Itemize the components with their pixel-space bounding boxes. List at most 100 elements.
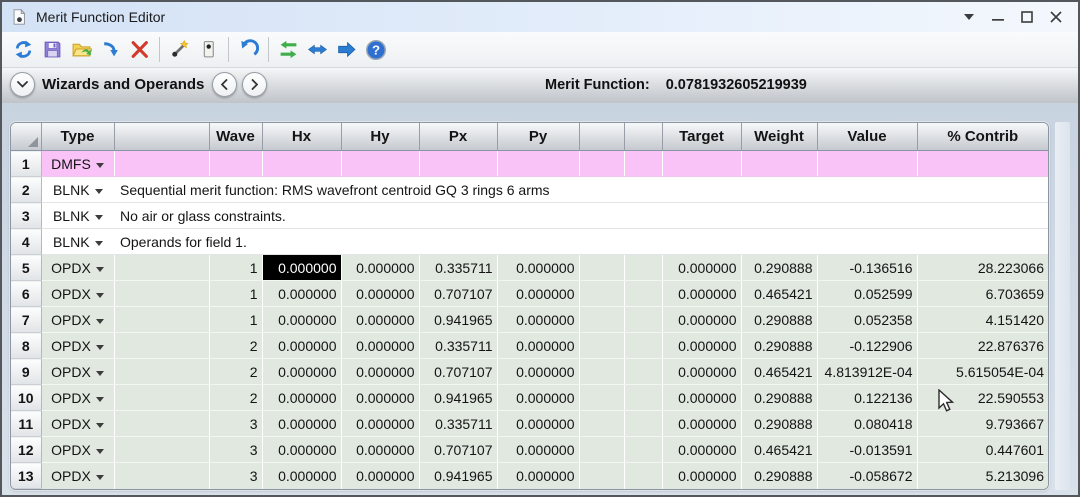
cell-contrib[interactable]: 0.447601 [917, 436, 1048, 463]
cell-hy[interactable]: 0.000000 [341, 410, 420, 437]
cell-blank2[interactable] [624, 280, 663, 307]
cell-wave[interactable]: 1 [209, 254, 263, 281]
cell-target[interactable]: 0.000000 [662, 332, 742, 359]
cell-hy[interactable]: 0.000000 [341, 462, 420, 489]
cell-hy[interactable]: 0.000000 [341, 358, 420, 385]
cell-px[interactable]: 0.941965 [419, 306, 498, 333]
cell-px[interactable] [419, 150, 498, 177]
cell-param[interactable] [114, 462, 210, 489]
cell-hx[interactable]: 0.000000 [262, 254, 342, 281]
cell-px[interactable]: 0.335711 [419, 410, 498, 437]
cell-py[interactable]: 0.000000 [497, 384, 580, 411]
cell-px[interactable]: 0.941965 [419, 462, 498, 489]
sync-refresh-icon[interactable] [9, 35, 38, 64]
type-dropdown[interactable]: BLNK [41, 176, 114, 203]
cell-param[interactable] [114, 436, 210, 463]
cell-py[interactable]: 0.000000 [497, 306, 580, 333]
col-header-blank1[interactable] [579, 123, 625, 151]
cell-hy[interactable]: 0.000000 [341, 384, 420, 411]
type-dropdown[interactable]: OPDX [41, 436, 115, 463]
collapse-panel-button[interactable] [10, 72, 35, 97]
help-icon[interactable]: ? [361, 35, 390, 64]
cell-weight[interactable]: 0.290888 [741, 332, 818, 359]
cell-value[interactable]: 0.052358 [817, 306, 918, 333]
minimize-icon[interactable] [988, 7, 1008, 27]
vertical-scrollbar-track[interactable] [1055, 122, 1070, 490]
cell-wave[interactable] [209, 150, 263, 177]
type-dropdown[interactable]: OPDX [41, 280, 115, 307]
cell-px[interactable]: 0.707107 [419, 358, 498, 385]
cell-hx[interactable]: 0.000000 [262, 462, 342, 489]
row-number[interactable]: 4 [11, 228, 42, 255]
row-number[interactable]: 13 [11, 462, 42, 489]
cell-param[interactable] [114, 332, 210, 359]
col-header-blank2[interactable] [624, 123, 663, 151]
row-number[interactable]: 5 [11, 254, 42, 281]
col-header-py[interactable]: Py [497, 123, 580, 151]
cell-blank1[interactable] [579, 150, 625, 177]
cell-weight[interactable]: 0.290888 [741, 254, 818, 281]
cell-hy[interactable]: 0.000000 [341, 280, 420, 307]
cell-hy[interactable]: 0.000000 [341, 436, 420, 463]
cell-blank1[interactable] [579, 254, 625, 281]
row-number[interactable]: 11 [11, 410, 42, 437]
cell-px[interactable]: 0.707107 [419, 436, 498, 463]
cell-blank1[interactable] [579, 332, 625, 359]
col-header-value[interactable]: Value [817, 123, 918, 151]
cell-comment[interactable]: Sequential merit function: RMS wavefront… [114, 176, 1048, 203]
cell-weight[interactable]: 0.465421 [741, 436, 818, 463]
cell-hx[interactable]: 0.000000 [262, 410, 342, 437]
cell-hx[interactable]: 0.000000 [262, 436, 342, 463]
cell-blank2[interactable] [624, 150, 663, 177]
cell-hx[interactable]: 0.000000 [262, 384, 342, 411]
cell-weight[interactable]: 0.290888 [741, 306, 818, 333]
cell-blank2[interactable] [624, 410, 663, 437]
type-dropdown[interactable]: OPDX [41, 358, 115, 385]
cell-target[interactable]: 0.000000 [662, 306, 742, 333]
type-dropdown[interactable]: BLNK [41, 228, 114, 255]
cell-param[interactable] [114, 254, 210, 281]
insert-operand-arrow-icon[interactable] [96, 35, 125, 64]
cell-target[interactable]: 0.000000 [662, 280, 742, 307]
cell-contrib[interactable] [917, 150, 1048, 177]
cell-blank2[interactable] [624, 306, 663, 333]
row-number[interactable]: 7 [11, 306, 42, 333]
cell-px[interactable]: 0.335711 [419, 332, 498, 359]
cell-wave[interactable]: 2 [209, 358, 263, 385]
cell-value[interactable]: -0.013591 [817, 436, 918, 463]
cell-value[interactable]: 0.052599 [817, 280, 918, 307]
cell-hy[interactable]: 0.000000 [341, 306, 420, 333]
go-right-arrow-icon[interactable] [332, 35, 361, 64]
col-header-weight[interactable]: Weight [741, 123, 818, 151]
cell-py[interactable]: 0.000000 [497, 410, 580, 437]
save-icon[interactable] [38, 35, 67, 64]
cell-blank2[interactable] [624, 462, 663, 489]
col-header-wave[interactable]: Wave [209, 123, 263, 151]
cell-contrib[interactable]: 28.223066 [917, 254, 1048, 281]
cell-value[interactable]: 0.122136 [817, 384, 918, 411]
cell-contrib[interactable]: 4.151420 [917, 306, 1048, 333]
cell-weight[interactable]: 0.465421 [741, 280, 818, 307]
cell-py[interactable]: 0.000000 [497, 462, 580, 489]
col-header-hx[interactable]: Hx [262, 123, 342, 151]
cell-target[interactable]: 0.000000 [662, 358, 742, 385]
cell-target[interactable] [662, 150, 742, 177]
cell-weight[interactable]: 0.290888 [741, 410, 818, 437]
cell-comment[interactable]: Operands for field 1. [114, 228, 1048, 255]
cell-hy[interactable]: 0.000000 [341, 332, 420, 359]
col-header-px[interactable]: Px [419, 123, 498, 151]
cell-blank1[interactable] [579, 384, 625, 411]
cell-px[interactable]: 0.941965 [419, 384, 498, 411]
cell-blank2[interactable] [624, 254, 663, 281]
col-header-param[interactable] [114, 123, 210, 151]
titlebar[interactable]: Merit Function Editor [2, 2, 1078, 33]
cell-param[interactable] [114, 384, 210, 411]
cell-value[interactable]: -0.136516 [817, 254, 918, 281]
thumbnail-box-icon[interactable] [194, 35, 223, 64]
type-dropdown[interactable]: OPDX [41, 306, 115, 333]
cell-blank1[interactable] [579, 462, 625, 489]
col-header-contrib[interactable]: % Contrib [917, 123, 1048, 151]
row-number[interactable]: 6 [11, 280, 42, 307]
cell-blank2[interactable] [624, 384, 663, 411]
cell-value[interactable]: -0.122906 [817, 332, 918, 359]
